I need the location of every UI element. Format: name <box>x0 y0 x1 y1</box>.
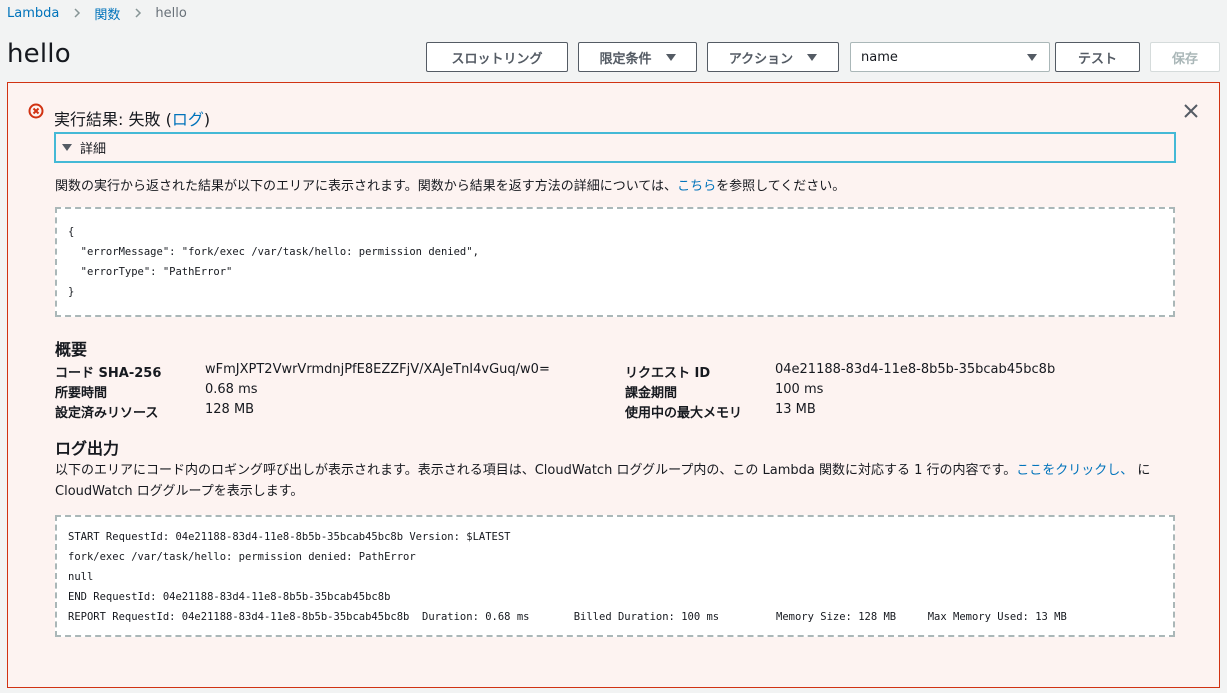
test-event-select[interactable]: name <box>850 42 1050 72</box>
actions-label: アクション <box>728 51 794 67</box>
save-button-label: 保存 <box>1171 51 1198 67</box>
caret-down-icon <box>665 53 676 61</box>
resources-label: 設定済みリソース <box>55 406 159 421</box>
billed-duration-value: 100 ms <box>775 382 824 397</box>
log-output: START RequestId: 04e21188-83d4-11e8-8b5b… <box>68 531 1067 623</box>
billed-duration-label: 課金期間 <box>625 386 678 401</box>
result-output: { "errorMessage": "fork/exec /var/task/h… <box>68 226 479 298</box>
execution-result-panel: 実行結果: 失敗 (ログ) 詳細 関数の実行から返された結果が以下のエリアに表示… <box>7 82 1220 688</box>
log-description-prefix: 以下のエリアにコード内のロギング呼び出しが表示されます。表示される項目は、Clo… <box>55 463 1017 478</box>
error-icon <box>28 103 44 119</box>
caret-down-icon <box>807 53 818 61</box>
breadcrumb-functions-link[interactable]: 関数 <box>94 4 120 23</box>
breadcrumb: Lambda 関数 hello <box>7 4 187 23</box>
log-output-title: ログ出力 <box>55 439 120 458</box>
result-description-suffix: を参照してください。 <box>716 179 846 194</box>
request-id-value: 04e21188-83d4-11e8-8b5b-35bcab45bc8b <box>775 362 1056 377</box>
log-output-box: START RequestId: 04e21188-83d4-11e8-8b5b… <box>55 515 1175 637</box>
test-button[interactable]: テスト <box>1055 42 1140 72</box>
code-sha-value: wFmJXPT2VwrVrmdnjPfE8EZZFjV/XAJeTnI4vGuq… <box>205 362 550 377</box>
details-label: 詳細 <box>80 142 107 157</box>
close-icon[interactable] <box>1183 103 1199 119</box>
caret-down-icon <box>62 144 72 151</box>
qualifiers-label: 限定条件 <box>599 51 652 67</box>
code-sha-label-bold: SHA-256 <box>98 366 162 381</box>
chevron-right-icon <box>72 8 82 18</box>
code-sha-label-prefix: コード <box>55 366 99 381</box>
result-title-suffix: ) <box>203 110 211 129</box>
result-title: 実行結果: 失敗 (ログ) <box>54 106 210 130</box>
cloudwatch-link[interactable]: ここをクリックし、 <box>1016 463 1133 478</box>
chevron-right-icon <box>133 8 143 18</box>
result-title-prefix: 実行結果: 失敗 ( <box>54 110 172 129</box>
save-button[interactable]: 保存 <box>1150 42 1220 72</box>
throttle-button[interactable]: スロットリング <box>426 42 568 72</box>
actions-dropdown[interactable]: アクション <box>707 42 839 72</box>
throttle-button-label: スロットリング <box>451 51 543 67</box>
result-description: 関数の実行から返された結果が以下のエリアに表示されます。関数から結果を返す方法の… <box>55 175 845 194</box>
page-title: hello <box>7 39 71 69</box>
result-description-prefix: 関数の実行から返された結果が以下のエリアに表示されます。関数から結果を返す方法の… <box>55 179 678 194</box>
test-event-value: name <box>861 49 898 65</box>
qualifiers-dropdown[interactable]: 限定条件 <box>578 42 697 72</box>
request-id-label: リクエスト ID <box>625 366 711 381</box>
breadcrumb-lambda-link[interactable]: Lambda <box>7 6 59 21</box>
caret-down-icon <box>1027 54 1037 61</box>
test-button-label: テスト <box>1077 51 1117 67</box>
max-memory-label: 使用中の最大メモリ <box>625 406 743 421</box>
duration-value: 0.68 ms <box>205 382 258 397</box>
resources-value: 128 MB <box>205 402 255 417</box>
log-description: 以下のエリアにコード内のロギング呼び出しが表示されます。表示される項目は、Clo… <box>55 460 1175 502</box>
details-toggle[interactable]: 詳細 <box>54 132 1176 163</box>
max-memory-value: 13 MB <box>775 402 816 417</box>
result-description-link[interactable]: こちら <box>677 179 716 194</box>
result-log-link[interactable]: ログ <box>172 110 204 129</box>
result-output-box: { "errorMessage": "fork/exec /var/task/h… <box>55 207 1175 317</box>
summary-title: 概要 <box>55 340 88 359</box>
breadcrumb-current: hello <box>155 5 187 21</box>
code-sha-label: コード SHA-256 <box>55 362 161 381</box>
duration-label: 所要時間 <box>55 386 108 401</box>
